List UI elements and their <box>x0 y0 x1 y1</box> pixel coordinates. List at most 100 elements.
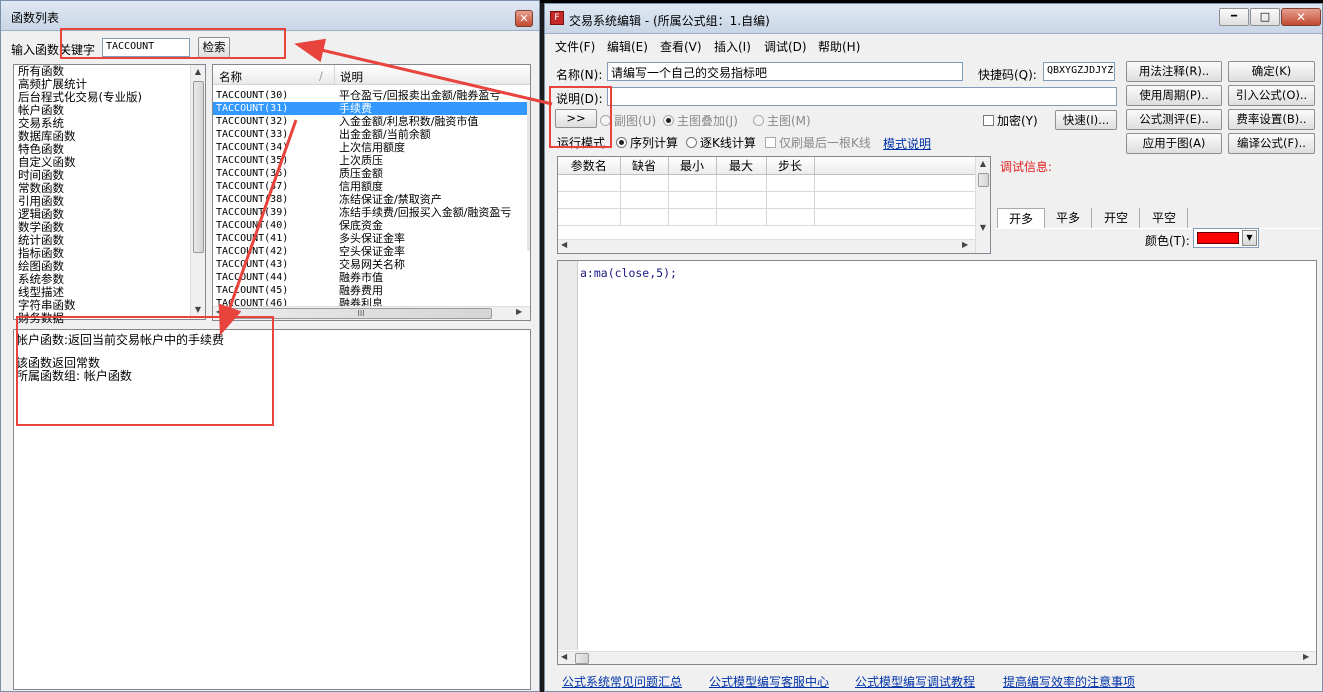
category-item[interactable]: 线型描述 <box>15 286 190 299</box>
table-row[interactable]: TACCOUNT(36) 质压金额 <box>213 167 527 180</box>
category-item[interactable]: 字符串函数 <box>15 299 190 312</box>
table-row[interactable]: TACCOUNT(31) 手续费 <box>213 102 527 115</box>
scroll-left-icon[interactable]: ◀ <box>216 307 222 316</box>
faq-link[interactable]: 公式系统常见问题汇总 <box>562 673 682 690</box>
category-item[interactable]: 帐户函数 <box>15 104 190 117</box>
color-select[interactable]: ▼ <box>1193 228 1259 248</box>
menu-debug[interactable]: 调试(D) <box>764 38 807 55</box>
table-row[interactable]: TACCOUNT(30) 平仓盈亏/回报卖出金额/融券盈亏 <box>213 89 527 102</box>
radio-sequence[interactable]: 序列计算 <box>616 134 678 151</box>
last-bar-checkbox[interactable]: 仅刷最后一根K线 <box>765 134 871 151</box>
tab-open-long[interactable]: 开多 <box>997 208 1045 228</box>
menu-view[interactable]: 查看(V) <box>660 38 702 55</box>
table-row[interactable]: TACCOUNT(38) 冻结保证金/禁取资产 <box>213 193 527 206</box>
scroll-down-icon[interactable]: ▼ <box>191 305 205 314</box>
category-item[interactable]: 高频扩展统计 <box>15 78 190 91</box>
chevron-down-icon[interactable]: ▼ <box>1242 230 1257 246</box>
code-text[interactable]: a:ma(close,5); <box>580 266 677 280</box>
shortcut-input[interactable]: QBXYGZJDJYZB <box>1043 62 1115 81</box>
category-list[interactable]: 所有函数 高频扩展统计 后台程式化交易(专业版) 帐户函数 交易系统 数据库函数 特色函数自… <box>13 64 206 325</box>
category-item[interactable]: 数据库函数 <box>15 130 190 143</box>
name-input[interactable]: 请编写一个自己的交易指标吧 <box>607 62 963 81</box>
expand-button[interactable]: >> <box>555 109 597 128</box>
category-item[interactable]: 数学函数 <box>15 221 190 234</box>
close-window-icon[interactable]: ✕ <box>1281 8 1321 26</box>
tab-open-short[interactable]: 开空 <box>1093 208 1140 228</box>
editor-hscrollbar[interactable]: ◀ ▶ <box>558 651 1316 664</box>
table-row[interactable]: TACCOUNT(40) 保底资金 <box>213 219 527 232</box>
category-item[interactable]: 时间函数 <box>15 169 190 182</box>
fee-settings-button[interactable]: 费率设置(B).. <box>1228 109 1315 130</box>
scroll-right-icon[interactable]: ▶ <box>1303 652 1309 661</box>
tab-close-short[interactable]: 平空 <box>1141 208 1188 228</box>
import-formula-button[interactable]: 引入公式(O).. <box>1228 85 1315 106</box>
category-scrollbar[interactable]: ▲ ▼ <box>190 65 205 319</box>
header-name[interactable]: 名称 <box>219 69 242 85</box>
table-row[interactable]: TACCOUNT(32) 入金金额/利息积数/融资市值 <box>213 115 527 128</box>
scroll-left-icon[interactable]: ◀ <box>561 652 567 661</box>
category-item[interactable]: 指标函数 <box>15 247 190 260</box>
menu-edit[interactable]: 编辑(E) <box>607 38 648 55</box>
header-desc[interactable]: 说明 <box>340 69 363 85</box>
param-hscrollbar[interactable]: ◀ ▶ <box>558 239 975 253</box>
apply-to-chart-button[interactable]: 应用于图(A) <box>1126 133 1222 154</box>
table-row[interactable] <box>558 208 976 226</box>
table-row[interactable]: TACCOUNT(41) 多头保证金率 <box>213 232 527 245</box>
category-item[interactable]: 统计函数 <box>15 234 190 247</box>
maximize-icon[interactable]: □ <box>1250 8 1280 26</box>
support-center-link[interactable]: 公式模型编写客服中心 <box>709 673 829 690</box>
search-input[interactable]: TACCOUNT <box>102 38 190 57</box>
parameter-grid[interactable]: 参数名 缺省 最小 最大 步长 ▲ ▼ ◀ ▶ <box>557 156 991 254</box>
param-scroll-thumb[interactable] <box>978 173 989 187</box>
table-row[interactable]: TACCOUNT(44) 融券市值 <box>213 271 527 284</box>
function-table[interactable]: 名称 / 说明 TACCOUNT(30) 平仓盈亏/回报卖出金额/融券盈亏 TACC… <box>212 64 531 321</box>
desc-input[interactable] <box>607 87 1117 106</box>
code-editor[interactable]: a:ma(close,5); ◀ ▶ <box>557 260 1317 665</box>
menu-file[interactable]: 文件(F) <box>555 38 595 55</box>
scroll-left-icon[interactable]: ◀ <box>561 240 567 249</box>
tab-close-long[interactable]: 平多 <box>1045 208 1092 228</box>
scroll-down-icon[interactable]: ▼ <box>976 223 990 232</box>
usage-notes-button[interactable]: 用法注释(R).. <box>1126 61 1222 82</box>
hscroll-thumb[interactable]: III <box>230 308 492 319</box>
table-row[interactable] <box>558 191 976 209</box>
category-item[interactable]: 财务数据 <box>15 312 190 325</box>
mode-help-link[interactable]: 模式说明 <box>883 135 931 152</box>
category-item[interactable]: 常数函数 <box>15 182 190 195</box>
table-row[interactable]: TACCOUNT(45) 融券费用 <box>213 284 527 297</box>
function-vscrollbar[interactable] <box>527 101 530 251</box>
minimize-icon[interactable]: ━ <box>1219 8 1249 26</box>
param-vscrollbar[interactable]: ▲ ▼ <box>975 157 990 253</box>
table-row[interactable]: TACCOUNT(35) 上次质压 <box>213 154 527 167</box>
category-item[interactable]: 特色函数 <box>15 143 190 156</box>
category-item[interactable]: 自定义函数 <box>15 156 190 169</box>
radio-main-chart[interactable]: 主图(M) <box>753 112 811 129</box>
category-item[interactable]: 绘图函数 <box>15 260 190 273</box>
close-icon[interactable]: ✕ <box>515 10 533 27</box>
menu-help[interactable]: 帮助(H) <box>818 38 860 55</box>
scroll-right-icon[interactable]: ▶ <box>516 307 522 316</box>
efficiency-tips-link[interactable]: 提高编写效率的注意事项 <box>1003 673 1135 690</box>
search-button[interactable]: 检索 <box>198 37 230 58</box>
function-hscrollbar[interactable]: ◀ III ▶ <box>213 306 530 320</box>
table-row[interactable]: TACCOUNT(34) 上次信用额度 <box>213 141 527 154</box>
use-period-button[interactable]: 使用周期(P).. <box>1126 85 1222 106</box>
radio-sub-chart[interactable]: 副图(U) <box>600 112 656 129</box>
table-row[interactable]: TACCOUNT(42) 空头保证金率 <box>213 245 527 258</box>
table-row[interactable]: TACCOUNT(43) 交易网关名称 <box>213 258 527 271</box>
table-row[interactable]: TACCOUNT(33) 出金金额/当前余额 <box>213 128 527 141</box>
formula-test-button[interactable]: 公式测评(E).. <box>1126 109 1222 130</box>
table-row[interactable]: TACCOUNT(39) 冻结手续费/回报买入金额/融资盈亏 <box>213 206 527 219</box>
quick-button[interactable]: 快速(I)... <box>1055 110 1117 130</box>
scroll-thumb[interactable] <box>193 81 204 253</box>
category-item[interactable]: 逻辑函数 <box>15 208 190 221</box>
menu-insert[interactable]: 插入(I) <box>714 38 751 55</box>
scroll-right-icon[interactable]: ▶ <box>962 240 968 249</box>
category-item[interactable]: 引用函数 <box>15 195 190 208</box>
table-row[interactable] <box>558 174 976 192</box>
category-item[interactable]: 后台程式化交易(专业版) <box>15 91 190 104</box>
compile-formula-button[interactable]: 编译公式(F).. <box>1228 133 1315 154</box>
category-item[interactable]: 系统参数 <box>15 273 190 286</box>
debug-tutorial-link[interactable]: 公式模型编写调试教程 <box>855 673 975 690</box>
editor-scroll-thumb[interactable] <box>575 653 589 664</box>
